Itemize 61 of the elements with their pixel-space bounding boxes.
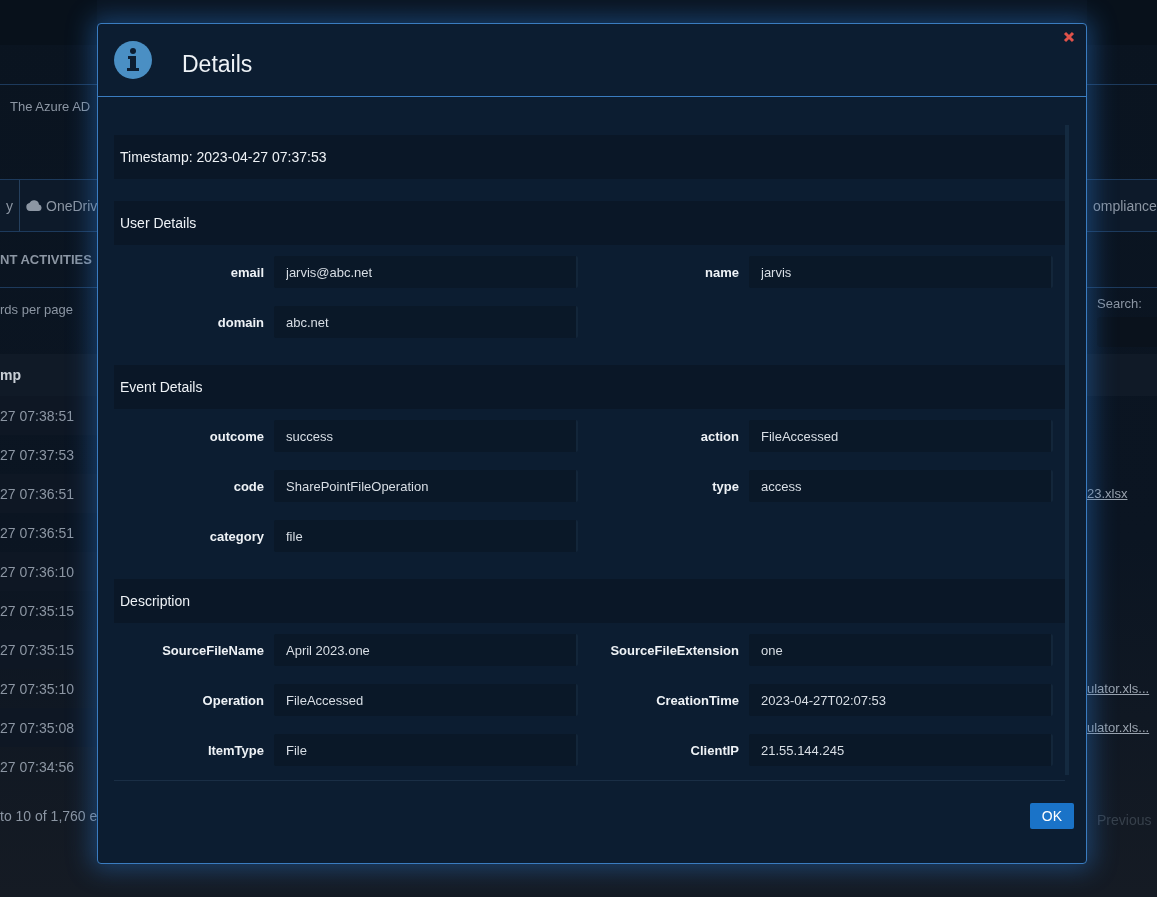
text-field[interactable]: FileAccessed [749, 420, 1053, 452]
field-label: name [704, 264, 739, 280]
field-label: category [208, 528, 264, 544]
entries-info: to 10 of 1,760 e [0, 808, 98, 824]
notice-text: The Azure AD [10, 99, 91, 114]
text-field[interactable]: jarvis@abc.net [274, 256, 578, 288]
text-field[interactable]: abc.net [274, 306, 578, 338]
field-label: type [711, 478, 739, 494]
table-cell: 27 07:36:10 [0, 563, 74, 580]
text-field[interactable]: jarvis [749, 256, 1053, 288]
field-label: email [229, 264, 264, 280]
search-label: Search: [1096, 296, 1143, 311]
field-label: SourceFileExtension [609, 642, 739, 658]
text-field[interactable]: one [749, 634, 1053, 666]
file-link[interactable]: 23.xlsx [1087, 486, 1128, 501]
header-bar [1087, 0, 1157, 45]
field-label: CreationTime [655, 692, 739, 708]
text-field[interactable]: FileAccessed [274, 684, 578, 716]
table-cell: 27 07:34:56 [0, 758, 74, 775]
file-link[interactable]: ulator.xls... [1087, 681, 1150, 696]
field-label: action [699, 428, 739, 444]
field-label: outcome [208, 428, 264, 444]
table-cell: 27 07:36:51 [0, 485, 74, 502]
table-cell: 27 07:35:15 [0, 641, 74, 658]
text-field[interactable]: 2023-04-27T02:07:53 [749, 684, 1053, 716]
cloud-icon [26, 200, 42, 211]
ok-button[interactable]: OK [1029, 802, 1074, 829]
text-field[interactable]: 21.55.144.245 [749, 734, 1053, 766]
field-label: code [232, 478, 264, 494]
field-label: ClientIP [689, 742, 739, 758]
table-cell: 27 07:35:08 [0, 719, 74, 736]
text-field[interactable]: April 2023.one [274, 634, 578, 666]
section-heading: NT ACTIVITIES [0, 252, 92, 267]
info-icon [114, 41, 152, 79]
table-cell: 27 07:35:10 [0, 680, 74, 697]
section-header: Event Details [114, 365, 1065, 409]
compliance-tab[interactable]: ompliance [1087, 180, 1157, 231]
field-label: ItemType [206, 742, 264, 758]
field-label: domain [216, 314, 264, 330]
column-header: mp [0, 367, 21, 383]
timestamp-panel: Timestamp: 2023-04-27 07:37:53 [114, 135, 1065, 179]
text-field[interactable]: SharePointFileOperation [274, 470, 578, 502]
table-cell: 27 07:37:53 [0, 446, 74, 463]
section-header: User Details [114, 201, 1065, 245]
page-size-label: rds per page [0, 302, 73, 317]
file-link[interactable]: ulator.xls... [1087, 720, 1150, 735]
table-cell: 27 07:35:15 [0, 602, 74, 619]
text-field[interactable]: success [274, 420, 578, 452]
text-field[interactable]: access [749, 470, 1053, 502]
text-field[interactable]: file [274, 520, 578, 552]
search-field[interactable] [1097, 317, 1157, 347]
text-field[interactable]: File [274, 734, 578, 766]
table-cell: 27 07:36:51 [0, 524, 74, 541]
field-label: Operation [201, 692, 264, 708]
dashboard-tab[interactable]: y [0, 180, 20, 231]
field-label: SourceFileName [161, 642, 264, 658]
table-cell: 27 07:38:51 [0, 407, 74, 424]
dashboard-tab[interactable]: OneDriv [20, 180, 104, 231]
close-icon[interactable] [1063, 31, 1075, 43]
dialog-title: Details [182, 50, 253, 78]
section-header: Description [114, 579, 1065, 623]
